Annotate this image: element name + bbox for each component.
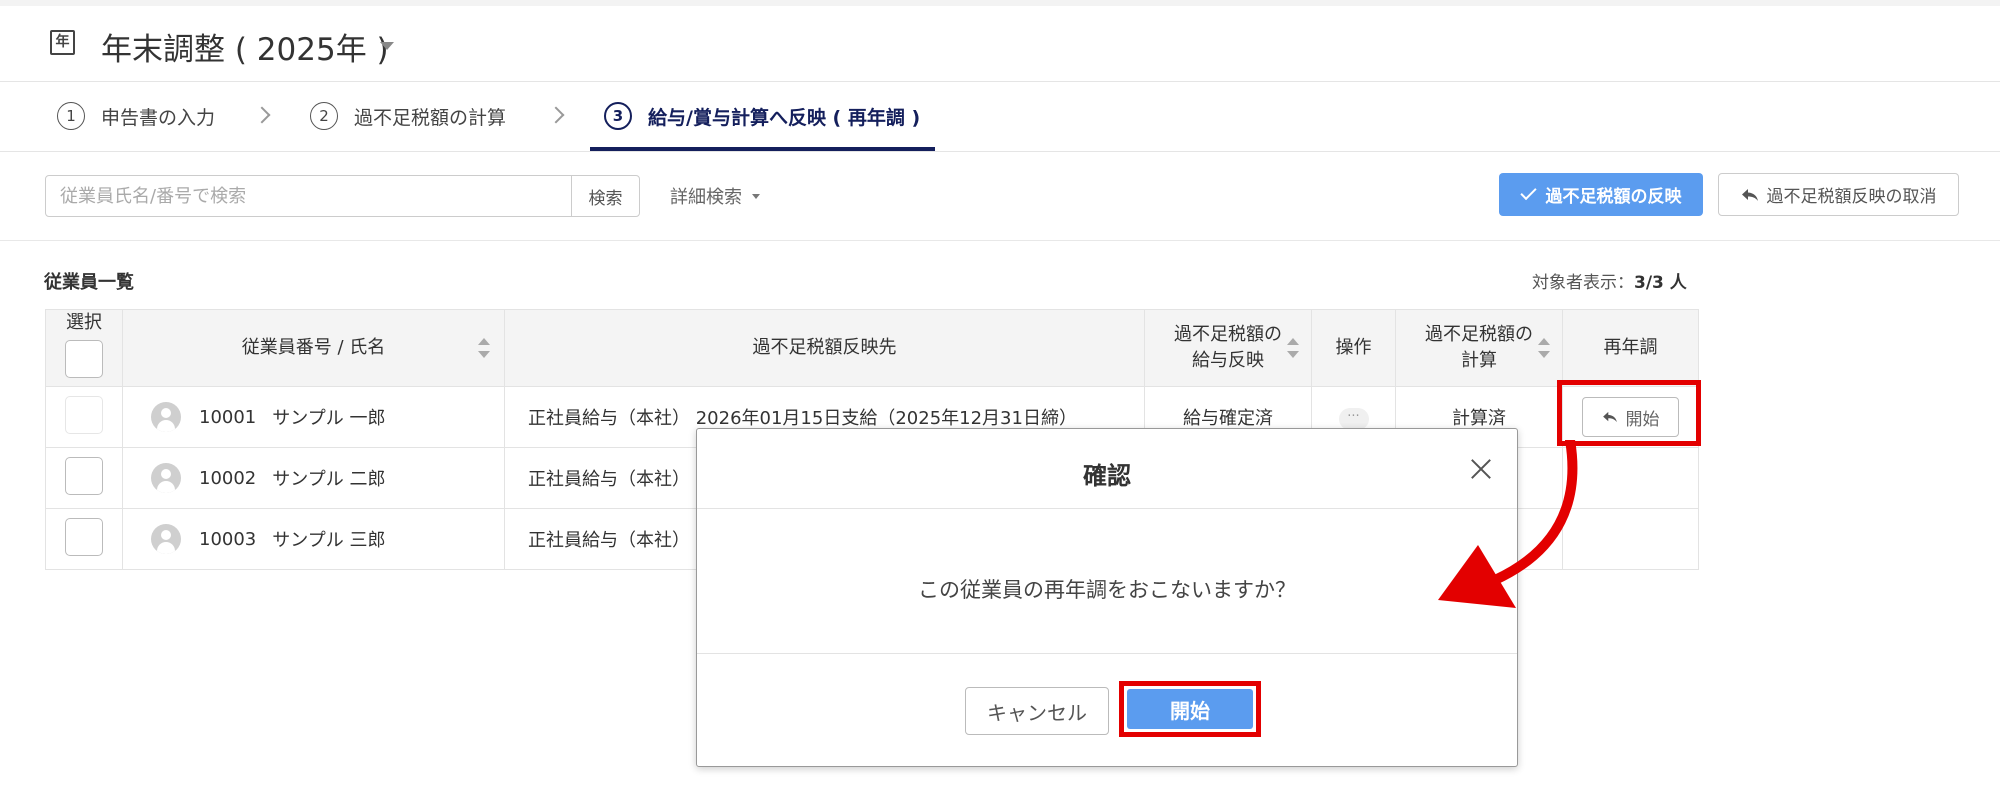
sort-icon[interactable]	[478, 336, 490, 360]
avatar	[151, 402, 181, 432]
employee-cell: 10001 サンプル 一郎	[122, 386, 505, 448]
avatar	[151, 463, 181, 493]
advanced-search-label: 詳細検索	[670, 187, 742, 208]
column-employee-label: 従業員番号 / 氏名	[241, 337, 386, 358]
employee-name: サンプル 一郎	[272, 408, 386, 429]
step-label: 申告書の入力	[101, 106, 216, 129]
table-header-row: 選択 従業員番号 / 氏名 過不足税額反映先 過不足税額の 給与反映 操作 過不…	[45, 309, 1699, 387]
row-checkbox	[65, 395, 103, 434]
cancel-reflect-button[interactable]: 過不足税額反映の取消	[1718, 173, 1959, 216]
chevron-down-icon	[752, 193, 760, 199]
employee-number: 10003	[199, 528, 257, 550]
divider	[697, 508, 1517, 509]
column-ops: 操作	[1311, 309, 1396, 387]
cancel-reflect-label: 過不足税額反映の取消	[1766, 187, 1937, 207]
employee-cell: 10003 サンプル 三郎	[122, 508, 505, 570]
select-all-checkbox[interactable]	[65, 340, 103, 378]
row-checkbox[interactable]	[65, 456, 103, 495]
reflect-tax-button[interactable]: 過不足税額の反映	[1499, 173, 1703, 216]
step-calculate[interactable]: 2 過不足税額の計算	[310, 99, 506, 133]
employee-number: 10001	[199, 406, 257, 428]
step-number-2: 2	[310, 102, 338, 130]
highlight-box	[1557, 380, 1701, 446]
divider	[697, 653, 1517, 654]
step-input[interactable]: 1 申告書の入力	[57, 99, 215, 133]
step-nav: 1 申告書の入力 2 過不足税額の計算 3 給与/賞与計算へ反映 ( 再年調 )	[0, 83, 2000, 152]
sort-icon[interactable]	[1538, 336, 1550, 360]
row-checkbox[interactable]	[65, 517, 103, 556]
employee-name: サンプル 三郎	[272, 530, 386, 551]
search-button[interactable]: 検索	[571, 175, 640, 217]
step-number-3: 3	[604, 102, 632, 130]
sort-icon[interactable]	[1287, 336, 1299, 360]
employee-list-title: 従業員一覧	[44, 272, 134, 293]
employee-number: 10002	[199, 467, 257, 489]
page-header: 年 年末調整 ( 2025年 )	[0, 6, 2000, 82]
column-destination-label: 過不足税額反映先	[752, 337, 897, 358]
toolbar: 検索 詳細検索 過不足税額の反映 過不足税額反映の取消	[0, 153, 2000, 241]
select-cell	[45, 386, 123, 448]
count-value: 3/3 人	[1634, 273, 1687, 293]
target-count: 対象者表示：3/3 人	[1532, 268, 1687, 293]
employee-cell: 10002 サンプル 二郎	[122, 447, 505, 509]
chevron-down-icon[interactable]	[380, 42, 394, 50]
reflect-tax-label: 過不足税額の反映	[1545, 187, 1682, 207]
select-cell	[45, 447, 123, 509]
column-employee[interactable]: 従業員番号 / 氏名	[122, 309, 505, 387]
more-icon[interactable]: ···	[1338, 408, 1369, 430]
confirm-start-button[interactable]: 開始	[1127, 689, 1253, 729]
dialog-title: 確認	[1083, 462, 1131, 490]
cancel-button[interactable]: キャンセル	[965, 687, 1109, 735]
step-reflect[interactable]: 3 給与/賞与計算へ反映 ( 再年調 )	[604, 99, 920, 133]
column-readjust-label: 再年調	[1603, 337, 1658, 358]
page-title[interactable]: 年末調整 ( 2025年 )	[101, 24, 389, 69]
column-readjust: 再年調	[1562, 309, 1699, 387]
annotation-arrow-icon	[1438, 440, 1578, 608]
dialog-message: この従業員の再年調をおこないますか？	[918, 578, 1296, 602]
highlight-box: 開始	[1119, 681, 1261, 737]
active-step-indicator	[590, 147, 935, 151]
count-label: 対象者表示：	[1532, 273, 1634, 293]
column-reflect[interactable]: 過不足税額の 給与反映	[1144, 309, 1312, 387]
column-ops-label: 操作	[1335, 337, 1372, 358]
advanced-search-toggle[interactable]: 詳細検索	[670, 183, 760, 209]
chevron-right-icon	[253, 106, 271, 124]
column-destination: 過不足税額反映先	[504, 309, 1145, 387]
reply-icon	[1741, 188, 1758, 201]
confirm-dialog: 確認 この従業員の再年調をおこないますか？ キャンセル 開始	[696, 428, 1518, 767]
check-icon	[1519, 183, 1537, 201]
chevron-right-icon	[547, 106, 565, 124]
step-number-1: 1	[57, 102, 85, 130]
step-label: 給与/賞与計算へ反映 ( 再年調 )	[648, 106, 921, 129]
calendar-year-icon: 年	[50, 30, 75, 55]
column-select: 選択	[45, 309, 123, 387]
column-calc[interactable]: 過不足税額の 計算	[1395, 309, 1563, 387]
search-input[interactable]	[45, 175, 572, 217]
step-label: 過不足税額の計算	[354, 106, 507, 129]
avatar	[151, 524, 181, 554]
column-select-label: 選択	[66, 312, 102, 333]
select-cell	[45, 508, 123, 570]
employee-name: サンプル 二郎	[272, 469, 386, 490]
